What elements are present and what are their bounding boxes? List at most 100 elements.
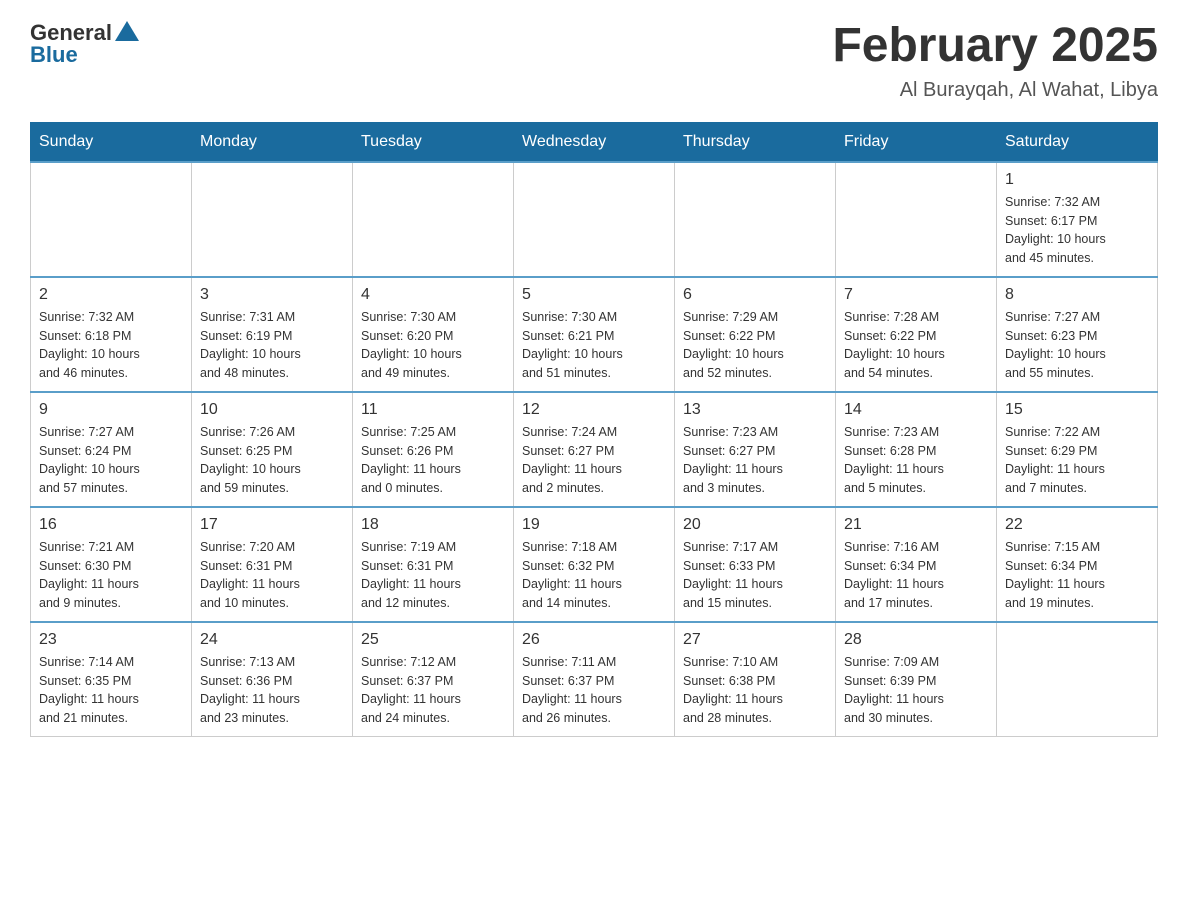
day-info: Sunrise: 7:25 AM Sunset: 6:26 PM Dayligh…: [361, 423, 505, 498]
day-info: Sunrise: 7:11 AM Sunset: 6:37 PM Dayligh…: [522, 653, 666, 728]
day-info: Sunrise: 7:09 AM Sunset: 6:39 PM Dayligh…: [844, 653, 988, 728]
week-row-2: 2 Sunrise: 7:32 AM Sunset: 6:18 PM Daylig…: [31, 277, 1158, 392]
day-info: Sunrise: 7:32 AM Sunset: 6:17 PM Dayligh…: [1005, 193, 1149, 268]
day-number: 24: [200, 631, 344, 649]
day-number: 15: [1005, 401, 1149, 419]
day-number: 6: [683, 286, 827, 304]
day-info: Sunrise: 7:27 AM Sunset: 6:23 PM Dayligh…: [1005, 308, 1149, 383]
day-info: Sunrise: 7:13 AM Sunset: 6:36 PM Dayligh…: [200, 653, 344, 728]
day-info: Sunrise: 7:15 AM Sunset: 6:34 PM Dayligh…: [1005, 538, 1149, 613]
calendar-cell: 24 Sunrise: 7:13 AM Sunset: 6:36 PM Dayli…: [192, 622, 353, 737]
calendar-cell: 28 Sunrise: 7:09 AM Sunset: 6:39 PM Dayli…: [836, 622, 997, 737]
day-info: Sunrise: 7:32 AM Sunset: 6:18 PM Dayligh…: [39, 308, 183, 383]
day-number: 19: [522, 516, 666, 534]
day-info: Sunrise: 7:30 AM Sunset: 6:20 PM Dayligh…: [361, 308, 505, 383]
day-info: Sunrise: 7:14 AM Sunset: 6:35 PM Dayligh…: [39, 653, 183, 728]
day-number: 3: [200, 286, 344, 304]
calendar-cell: 9Sunrise: 7:27 AM Sunset: 6:24 PM Daylig…: [31, 392, 192, 507]
logo-text-blue: Blue: [30, 42, 78, 68]
day-header-thursday: Thursday: [675, 122, 836, 162]
calendar-cell: 16 Sunrise: 7:21 AM Sunset: 6:30 PM Dayli…: [31, 507, 192, 622]
day-info: Sunrise: 7:31 AM Sunset: 6:19 PM Dayligh…: [200, 308, 344, 383]
week-row-1: 1 Sunrise: 7:32 AM Sunset: 6:17 PM Daylig…: [31, 162, 1158, 277]
week-row-5: 23 Sunrise: 7:14 AM Sunset: 6:35 PM Dayli…: [31, 622, 1158, 737]
day-info: Sunrise: 7:20 AM Sunset: 6:31 PM Dayligh…: [200, 538, 344, 613]
calendar-cell: 15 Sunrise: 7:22 AM Sunset: 6:29 PM Dayli…: [997, 392, 1158, 507]
day-number: 27: [683, 631, 827, 649]
day-number: 10: [200, 401, 344, 419]
days-header-row: SundayMondayTuesdayWednesdayThursdayFrid…: [31, 122, 1158, 162]
calendar-cell: 25Sunrise: 7:12 AM Sunset: 6:37 PM Dayli…: [353, 622, 514, 737]
day-info: Sunrise: 7:28 AM Sunset: 6:22 PM Dayligh…: [844, 308, 988, 383]
calendar-cell: [997, 622, 1158, 737]
calendar-cell: [675, 162, 836, 277]
day-number: 11: [361, 401, 505, 419]
day-number: 14: [844, 401, 988, 419]
day-header-friday: Friday: [836, 122, 997, 162]
day-number: 23: [39, 631, 183, 649]
title-section: February 2025 Al Burayqah, Al Wahat, Lib…: [832, 20, 1158, 102]
day-header-saturday: Saturday: [997, 122, 1158, 162]
day-header-sunday: Sunday: [31, 122, 192, 162]
calendar-cell: 20 Sunrise: 7:17 AM Sunset: 6:33 PM Dayli…: [675, 507, 836, 622]
day-info: Sunrise: 7:16 AM Sunset: 6:34 PM Dayligh…: [844, 538, 988, 613]
day-number: 13: [683, 401, 827, 419]
week-row-3: 9Sunrise: 7:27 AM Sunset: 6:24 PM Daylig…: [31, 392, 1158, 507]
day-number: 12: [522, 401, 666, 419]
calendar-cell: 4 Sunrise: 7:30 AM Sunset: 6:20 PM Daylig…: [353, 277, 514, 392]
calendar-cell: [836, 162, 997, 277]
day-info: Sunrise: 7:19 AM Sunset: 6:31 PM Dayligh…: [361, 538, 505, 613]
calendar-cell: 13Sunrise: 7:23 AM Sunset: 6:27 PM Dayli…: [675, 392, 836, 507]
day-info: Sunrise: 7:12 AM Sunset: 6:37 PM Dayligh…: [361, 653, 505, 728]
day-info: Sunrise: 7:18 AM Sunset: 6:32 PM Dayligh…: [522, 538, 666, 613]
calendar-cell: 10 Sunrise: 7:26 AM Sunset: 6:25 PM Dayli…: [192, 392, 353, 507]
calendar-cell: 17 Sunrise: 7:20 AM Sunset: 6:31 PM Dayli…: [192, 507, 353, 622]
calendar-cell: 19 Sunrise: 7:18 AM Sunset: 6:32 PM Dayli…: [514, 507, 675, 622]
page-header: General Blue February 2025 Al Burayqah, …: [30, 20, 1158, 102]
calendar-cell: 3 Sunrise: 7:31 AM Sunset: 6:19 PM Daylig…: [192, 277, 353, 392]
calendar-cell: 23 Sunrise: 7:14 AM Sunset: 6:35 PM Dayli…: [31, 622, 192, 737]
week-row-4: 16 Sunrise: 7:21 AM Sunset: 6:30 PM Dayli…: [31, 507, 1158, 622]
day-info: Sunrise: 7:29 AM Sunset: 6:22 PM Dayligh…: [683, 308, 827, 383]
day-number: 18: [361, 516, 505, 534]
day-number: 16: [39, 516, 183, 534]
calendar-cell: [192, 162, 353, 277]
logo: General Blue: [30, 20, 139, 68]
calendar-title: February 2025: [832, 20, 1158, 73]
day-number: 5: [522, 286, 666, 304]
calendar-cell: 27 Sunrise: 7:10 AM Sunset: 6:38 PM Dayli…: [675, 622, 836, 737]
day-info: Sunrise: 7:22 AM Sunset: 6:29 PM Dayligh…: [1005, 423, 1149, 498]
day-info: Sunrise: 7:10 AM Sunset: 6:38 PM Dayligh…: [683, 653, 827, 728]
day-info: Sunrise: 7:21 AM Sunset: 6:30 PM Dayligh…: [39, 538, 183, 613]
calendar-cell: 18 Sunrise: 7:19 AM Sunset: 6:31 PM Dayli…: [353, 507, 514, 622]
day-number: 2: [39, 286, 183, 304]
day-number: 20: [683, 516, 827, 534]
day-info: Sunrise: 7:26 AM Sunset: 6:25 PM Dayligh…: [200, 423, 344, 498]
calendar-cell: [353, 162, 514, 277]
day-number: 22: [1005, 516, 1149, 534]
day-header-wednesday: Wednesday: [514, 122, 675, 162]
day-number: 4: [361, 286, 505, 304]
calendar-cell: 12Sunrise: 7:24 AM Sunset: 6:27 PM Dayli…: [514, 392, 675, 507]
calendar-cell: 1 Sunrise: 7:32 AM Sunset: 6:17 PM Daylig…: [997, 162, 1158, 277]
day-number: 28: [844, 631, 988, 649]
day-info: Sunrise: 7:17 AM Sunset: 6:33 PM Dayligh…: [683, 538, 827, 613]
day-number: 21: [844, 516, 988, 534]
calendar-cell: 26 Sunrise: 7:11 AM Sunset: 6:37 PM Dayli…: [514, 622, 675, 737]
day-info: Sunrise: 7:30 AM Sunset: 6:21 PM Dayligh…: [522, 308, 666, 383]
calendar-cell: 5 Sunrise: 7:30 AM Sunset: 6:21 PM Daylig…: [514, 277, 675, 392]
calendar-cell: 22 Sunrise: 7:15 AM Sunset: 6:34 PM Dayli…: [997, 507, 1158, 622]
calendar-cell: 2 Sunrise: 7:32 AM Sunset: 6:18 PM Daylig…: [31, 277, 192, 392]
day-info: Sunrise: 7:23 AM Sunset: 6:28 PM Dayligh…: [844, 423, 988, 498]
day-header-monday: Monday: [192, 122, 353, 162]
calendar-cell: [31, 162, 192, 277]
day-number: 1: [1005, 171, 1149, 189]
day-number: 26: [522, 631, 666, 649]
calendar-cell: [514, 162, 675, 277]
calendar-cell: 7 Sunrise: 7:28 AM Sunset: 6:22 PM Daylig…: [836, 277, 997, 392]
calendar-cell: 6 Sunrise: 7:29 AM Sunset: 6:22 PM Daylig…: [675, 277, 836, 392]
calendar-subtitle: Al Burayqah, Al Wahat, Libya: [832, 79, 1158, 102]
day-number: 7: [844, 286, 988, 304]
calendar-cell: 21 Sunrise: 7:16 AM Sunset: 6:34 PM Dayli…: [836, 507, 997, 622]
day-number: 17: [200, 516, 344, 534]
